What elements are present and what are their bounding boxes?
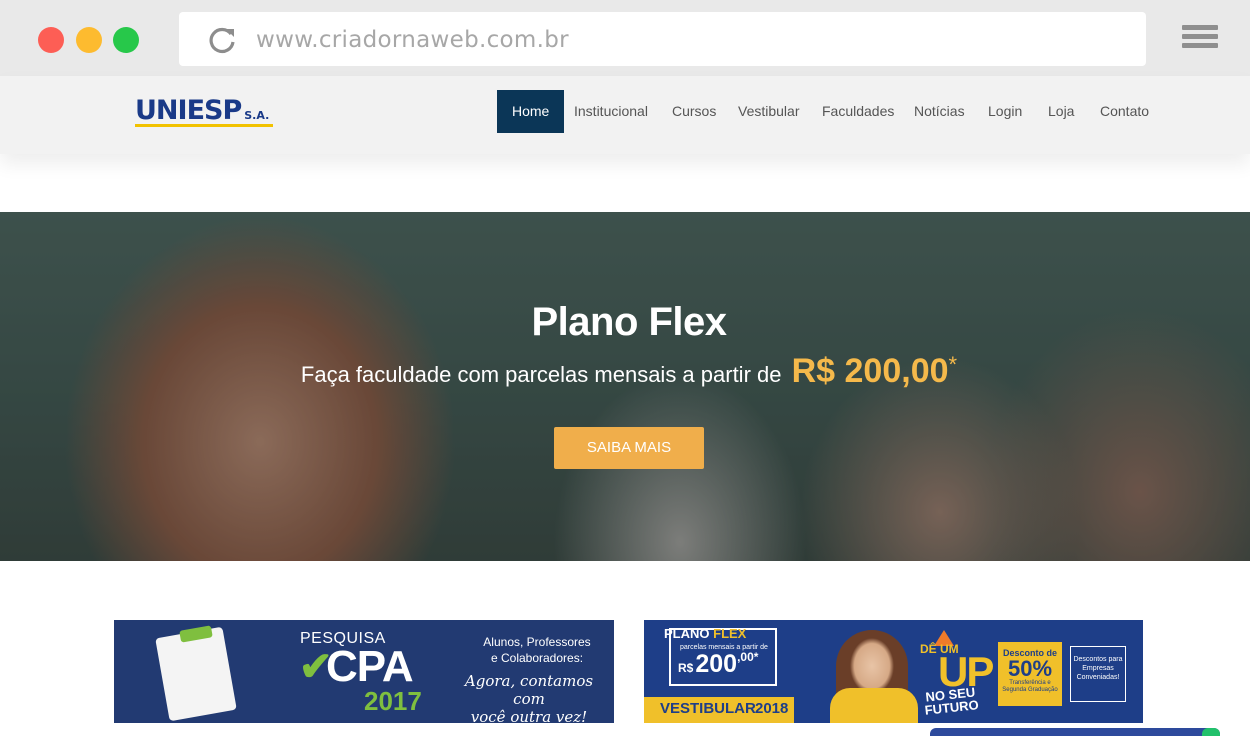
nav-faculdades[interactable]: Faculdades: [822, 90, 894, 133]
flex-price-value: 200: [695, 650, 738, 678]
nav-home[interactable]: Home: [497, 90, 565, 133]
flex-price: R$200,00*: [678, 650, 758, 679]
conveniadas-badge: Descontos para Empresas Conveniadas!: [1070, 646, 1126, 702]
cpa-title: CPA: [326, 642, 414, 691]
chat-widget-bar[interactable]: [930, 728, 1220, 736]
address-bar[interactable]: www.criadornaweb.com.br: [179, 12, 1146, 66]
flex-price-prefix: R$: [678, 661, 694, 675]
flex-title-b: FLEX: [713, 626, 747, 641]
cpa-audience-line1: Alunos, Professores: [483, 635, 591, 649]
reload-icon[interactable]: [207, 26, 237, 54]
nav-contato[interactable]: Contato: [1100, 90, 1149, 133]
nav-login[interactable]: Login: [988, 90, 1022, 133]
discount-badge: Desconto de 50% Transferência e Segunda …: [998, 642, 1062, 706]
vestibular-label: VESTIBULAR: [660, 700, 756, 717]
cpa-slogan-line1: Agora, contamos com: [464, 672, 594, 708]
clipboard-icon: [155, 626, 237, 722]
uniesp-logo[interactable]: UNIESP S.A.: [135, 95, 273, 127]
window-close-button[interactable]: [38, 27, 64, 53]
site-header: UNIESP S.A. Home Institucional Cursos Ves…: [0, 76, 1250, 154]
cpa-slogan: Agora, contamos com você outra vez!: [454, 672, 604, 723]
logo-suffix: S.A.: [244, 109, 270, 122]
hamburger-menu-icon[interactable]: [1182, 25, 1218, 53]
vestibular-year: 2018: [755, 700, 789, 717]
nav-noticias[interactable]: Notícias: [914, 90, 965, 133]
hero-banner: Plano Flex Faça faculdade com parcelas m…: [0, 212, 1250, 561]
hero-title: Plano Flex: [531, 300, 727, 344]
window-maximize-button[interactable]: [113, 27, 139, 53]
hero-price: R$ 200,00: [791, 352, 949, 390]
student-shirt: [830, 688, 918, 723]
nav-loja[interactable]: Loja: [1048, 90, 1074, 133]
hero-subtitle-text: Faça faculdade com parcelas mensais a pa…: [300, 362, 782, 387]
saiba-mais-button[interactable]: SAIBA MAIS: [554, 427, 704, 469]
flex-futuro: NO SEU FUTURO: [923, 684, 980, 718]
nav-cursos[interactable]: Cursos: [672, 90, 716, 133]
chat-status-indicator: [1202, 728, 1220, 736]
flex-title-a: PLANO: [664, 626, 710, 641]
cpa-audience: Alunos, Professores e Colaboradores:: [472, 634, 602, 666]
discount-note: Transferência e Segunda Graduação: [1002, 680, 1058, 693]
window-minimize-button[interactable]: [76, 27, 102, 53]
hero-subtitle: Faça faculdade com parcelas mensais a pa…: [0, 352, 1250, 391]
cpa-year: 2017: [364, 686, 422, 716]
nav-institucional[interactable]: Institucional: [574, 90, 648, 133]
logo-text: UNIESP: [135, 95, 242, 126]
browser-chrome: www.criadornaweb.com.br: [0, 0, 1250, 76]
discount-value: 50%: [1007, 656, 1053, 681]
plano-flex-banner[interactable]: PLANO FLEX parcelas mensais a partir de …: [644, 620, 1143, 723]
flex-title: PLANO FLEX: [664, 626, 746, 641]
flex-price-cents: ,00*: [737, 650, 759, 664]
cpa-slogan-line2: você outra vez!: [470, 708, 588, 723]
nav-vestibular[interactable]: Vestibular: [738, 90, 799, 133]
cpa-banner[interactable]: PESQUISA ✔ CPA 2017 Alunos, Professores …: [114, 620, 614, 723]
hero-price-mark: *: [948, 352, 958, 377]
url-text[interactable]: www.criadornaweb.com.br: [256, 27, 569, 53]
cpa-audience-line2: e Colaboradores:: [490, 651, 584, 665]
